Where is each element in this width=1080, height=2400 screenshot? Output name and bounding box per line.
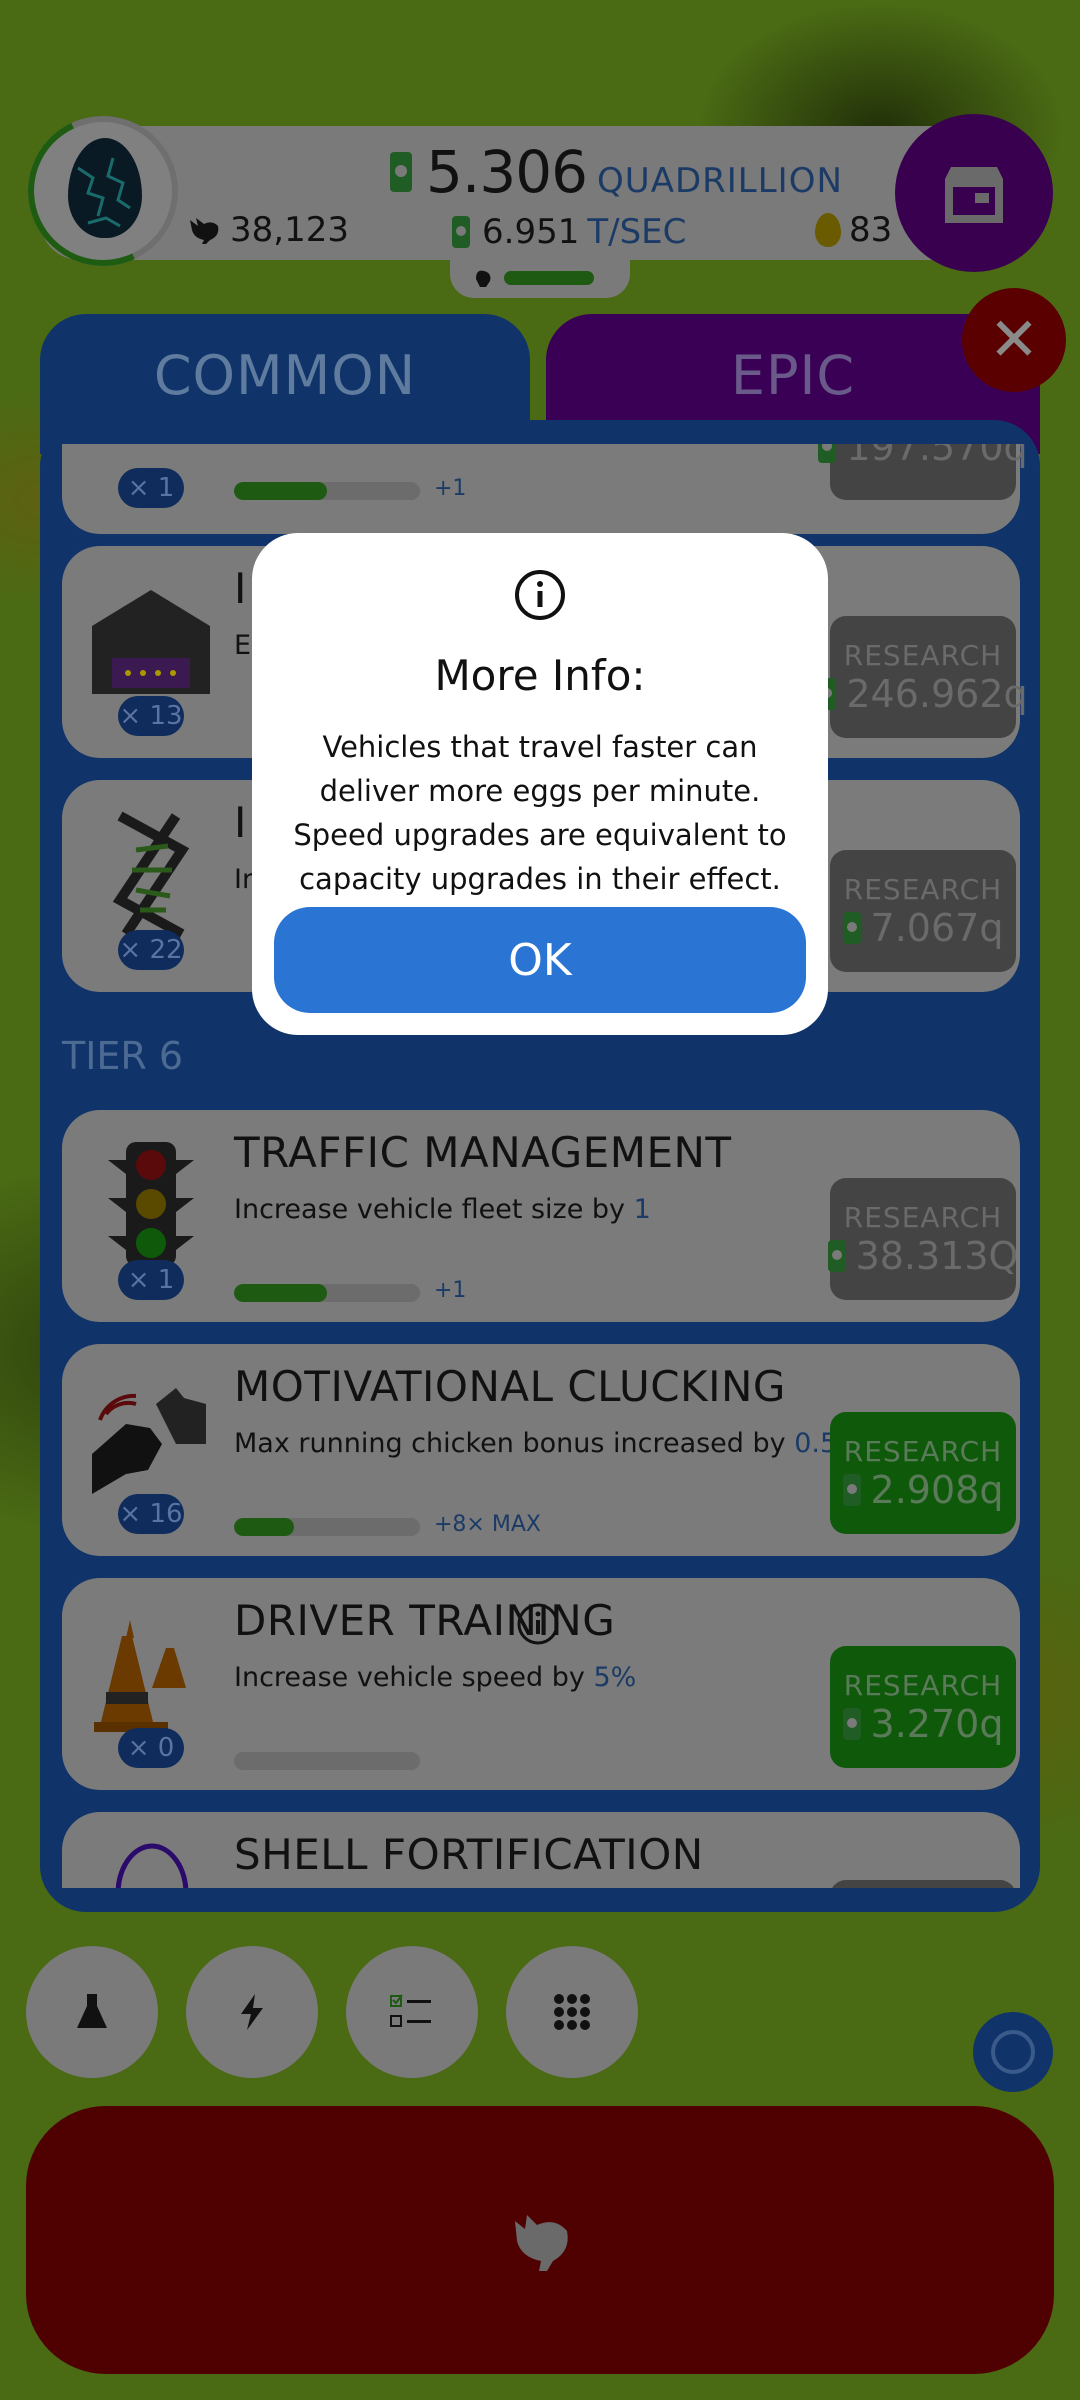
dialog-title: More Info: (434, 651, 646, 700)
modal-overlay (0, 0, 1080, 2400)
more-info-dialog: More Info: Vehicles that travel faster c… (252, 533, 828, 1035)
dialog-body: Vehicles that travel faster can deliver … (293, 730, 787, 896)
ok-button[interactable]: OK (274, 907, 806, 1013)
info-icon (515, 570, 565, 620)
ok-label: OK (508, 934, 572, 986)
